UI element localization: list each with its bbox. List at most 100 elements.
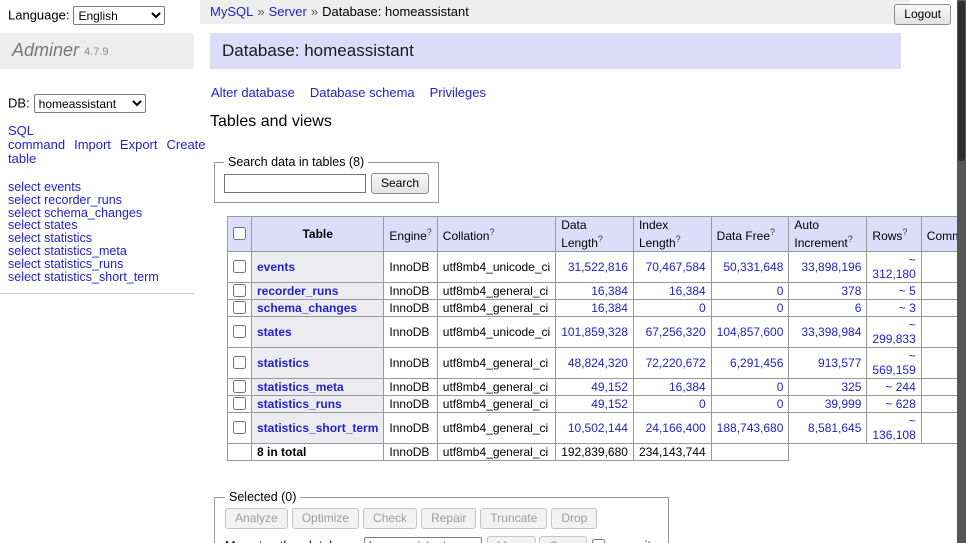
row-select-checkbox[interactable] xyxy=(233,380,246,393)
rows-count-link[interactable]: ~ 299,833 xyxy=(872,318,915,346)
row-select-checkbox[interactable] xyxy=(233,356,246,369)
help-icon[interactable]: ? xyxy=(427,227,432,237)
move-button[interactable]: Move xyxy=(487,536,536,543)
table-name-link[interactable]: statistics xyxy=(257,356,309,370)
app-name-link[interactable]: Adminer xyxy=(12,40,79,60)
sidebar-table-link-select-statistics-short-term[interactable]: select statistics_short_term xyxy=(8,271,194,284)
table-name-link[interactable]: schema_changes xyxy=(257,301,357,315)
column-header-index-length[interactable]: Index Length? xyxy=(633,217,711,252)
data-length-link[interactable]: 49,152 xyxy=(591,397,628,411)
auto-increment-link[interactable]: 325 xyxy=(841,380,861,394)
overwrite-checkbox[interactable] xyxy=(592,539,605,543)
alter-database-link[interactable]: Alter database xyxy=(211,85,295,100)
auto-increment-link[interactable]: 913,577 xyxy=(818,356,861,370)
row-select-checkbox[interactable] xyxy=(233,301,246,314)
index-length-link[interactable]: 0 xyxy=(699,397,706,411)
rows-count-link[interactable]: ~ 312,180 xyxy=(872,253,915,281)
help-icon[interactable]: ? xyxy=(676,234,681,244)
help-icon[interactable]: ? xyxy=(902,227,907,237)
move-db-select[interactable]: homeassistant xyxy=(364,537,482,543)
table-name-link[interactable]: recorder_runs xyxy=(257,284,338,298)
rows-count-link[interactable]: ~ 5 xyxy=(899,284,916,298)
overwrite-label[interactable]: overwrite xyxy=(607,539,658,543)
data-length-link[interactable]: 10,502,144 xyxy=(568,421,628,435)
data-free-link[interactable]: 50,331,648 xyxy=(723,260,783,274)
data-length-link[interactable]: 16,384 xyxy=(591,284,628,298)
table-name-link[interactable]: states xyxy=(257,325,292,339)
row-select-checkbox[interactable] xyxy=(233,325,246,338)
scrollbar[interactable] xyxy=(957,0,966,543)
index-length-link[interactable]: 0 xyxy=(699,301,706,315)
rows-count-link[interactable]: ~ 628 xyxy=(885,397,915,411)
help-icon[interactable]: ? xyxy=(489,227,494,237)
data-length-link[interactable]: 49,152 xyxy=(591,380,628,394)
row-select-checkbox[interactable] xyxy=(233,260,246,273)
column-header-data-free[interactable]: Data Free? xyxy=(711,217,789,252)
column-header-collation[interactable]: Collation? xyxy=(437,217,555,252)
sidebar-table-link-select-statistics-meta[interactable]: select statistics_meta xyxy=(8,245,194,258)
row-select-checkbox[interactable] xyxy=(233,397,246,410)
table-name-link[interactable]: statistics_short_term xyxy=(257,421,378,435)
index-length-link[interactable]: 67,256,320 xyxy=(646,325,706,339)
sidebar-table-link-select-statistics-runs[interactable]: select statistics_runs xyxy=(8,258,194,271)
search-input[interactable] xyxy=(224,174,366,193)
help-icon[interactable]: ? xyxy=(770,227,775,237)
help-icon[interactable]: ? xyxy=(598,234,603,244)
data-free-link[interactable]: 0 xyxy=(777,301,784,315)
auto-increment-link[interactable]: 39,999 xyxy=(825,397,862,411)
column-header-auto-increment[interactable]: Auto Increment? xyxy=(789,217,867,252)
repair-button[interactable]: Repair xyxy=(421,508,476,529)
rows-count-link[interactable]: ~ 244 xyxy=(885,380,915,394)
table-name-link[interactable]: events xyxy=(257,260,295,274)
select-all-checkbox[interactable] xyxy=(233,227,246,240)
column-header-engine[interactable]: Engine? xyxy=(384,217,437,252)
breadcrumb-mysql-link[interactable]: MySQL xyxy=(210,4,253,19)
sidebar-action-sql-command[interactable]: SQL command xyxy=(8,123,65,152)
data-free-link[interactable]: 6,291,456 xyxy=(730,356,783,370)
search-button[interactable]: Search xyxy=(371,173,429,194)
data-length-link[interactable]: 16,384 xyxy=(591,301,628,315)
auto-increment-link[interactable]: 33,898,196 xyxy=(801,260,861,274)
check-button[interactable]: Check xyxy=(363,508,417,529)
data-length-link[interactable]: 101,859,328 xyxy=(561,325,628,339)
column-header-rows[interactable]: Rows? xyxy=(867,217,921,252)
auto-increment-link[interactable]: 8,581,645 xyxy=(808,421,861,435)
help-icon[interactable]: ? xyxy=(848,234,853,244)
analyze-button[interactable]: Analyze xyxy=(225,508,288,529)
db-select[interactable]: homeassistant xyxy=(34,94,146,113)
breadcrumb-server-link[interactable]: Server xyxy=(269,4,307,19)
drop-button[interactable]: Drop xyxy=(551,508,597,529)
table-name-link[interactable]: statistics_meta xyxy=(257,380,344,394)
sidebar-action-export[interactable]: Export xyxy=(120,137,158,152)
data-free-link[interactable]: 0 xyxy=(777,284,784,298)
optimize-button[interactable]: Optimize xyxy=(292,508,359,529)
auto-increment-link[interactable]: 6 xyxy=(855,301,862,315)
row-select-checkbox[interactable] xyxy=(233,421,246,434)
sidebar-table-link-select-recorder-runs[interactable]: select recorder_runs xyxy=(8,194,194,207)
scrollbar-thumb[interactable] xyxy=(958,1,965,161)
data-free-link[interactable]: 0 xyxy=(777,397,784,411)
index-length-link[interactable]: 70,467,584 xyxy=(646,260,706,274)
table-name-link[interactable]: statistics_runs xyxy=(257,397,342,411)
data-free-link[interactable]: 104,857,600 xyxy=(717,325,784,339)
rows-count-link[interactable]: ~ 569,159 xyxy=(872,349,915,377)
index-length-link[interactable]: 72,220,672 xyxy=(646,356,706,370)
privileges-link[interactable]: Privileges xyxy=(430,85,486,100)
copy-button[interactable]: Copy xyxy=(539,536,587,543)
sidebar-action-import[interactable]: Import xyxy=(74,137,111,152)
row-select-checkbox[interactable] xyxy=(233,284,246,297)
logout-button[interactable]: Logout xyxy=(894,4,951,25)
rows-count-link[interactable]: ~ 136,108 xyxy=(872,414,915,442)
index-length-link[interactable]: 16,384 xyxy=(669,380,706,394)
auto-increment-link[interactable]: 33,398,984 xyxy=(801,325,861,339)
auto-increment-link[interactable]: 378 xyxy=(841,284,861,298)
app-version[interactable]: 4.7.9 xyxy=(84,46,108,58)
data-length-link[interactable]: 31,522,816 xyxy=(568,260,628,274)
column-header-data-length[interactable]: Data Length? xyxy=(556,217,634,252)
truncate-button[interactable]: Truncate xyxy=(480,508,547,529)
rows-count-link[interactable]: ~ 3 xyxy=(899,301,916,315)
index-length-link[interactable]: 24,166,400 xyxy=(646,421,706,435)
sidebar-table-link-select-events[interactable]: select events xyxy=(8,181,194,194)
database-schema-link[interactable]: Database schema xyxy=(310,85,415,100)
data-length-link[interactable]: 48,824,320 xyxy=(568,356,628,370)
